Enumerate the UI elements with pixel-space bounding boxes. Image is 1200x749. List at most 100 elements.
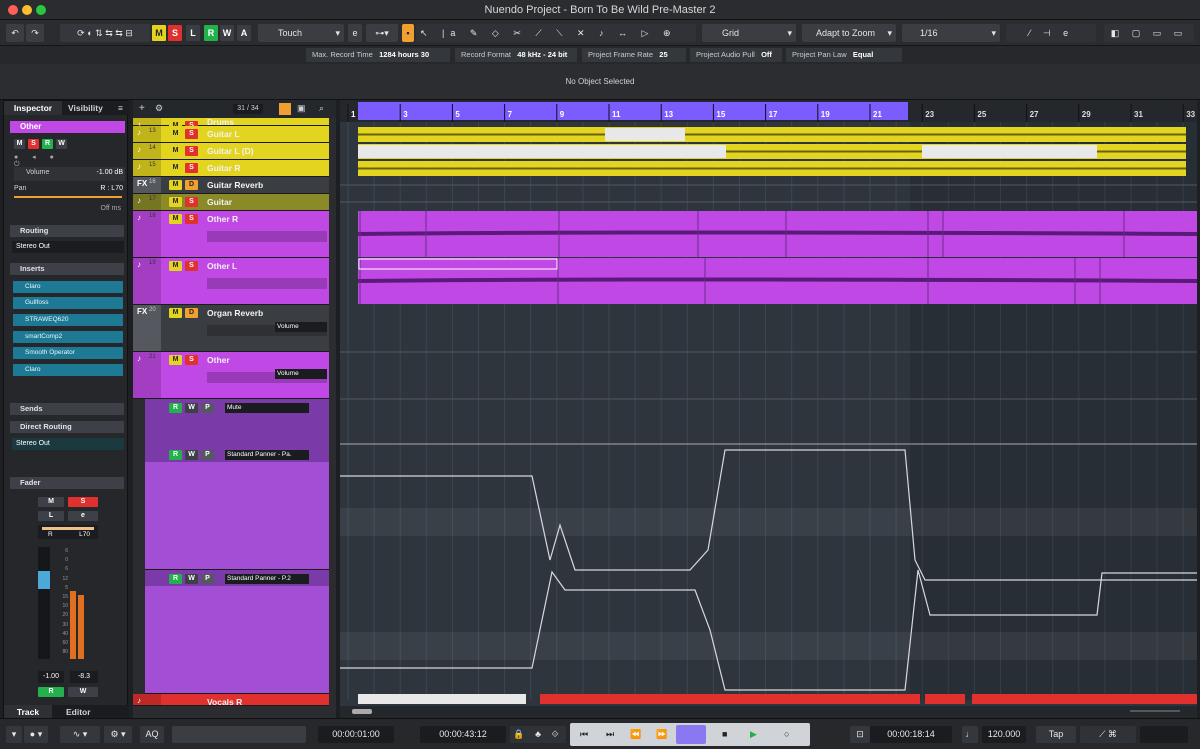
audio-event[interactable] <box>540 694 920 704</box>
track-mute-button[interactable]: M <box>169 355 182 365</box>
track-row[interactable]: ♪ Vocals R <box>133 694 329 707</box>
audio-event-muted[interactable] <box>922 145 1097 158</box>
fader-listen-button[interactable]: L <box>38 511 64 521</box>
automation-read-button[interactable]: R <box>169 574 182 584</box>
automation-punch-button[interactable]: P <box>201 450 214 460</box>
constrain-icon[interactable]: ⊶▾ <box>366 24 398 42</box>
track-name[interactable]: Guitar Reverb <box>207 180 263 190</box>
tab-track[interactable]: Track <box>4 705 52 719</box>
track-solo-button[interactable]: S <box>185 129 198 139</box>
track-mute-button[interactable]: M <box>169 197 182 207</box>
record-icon[interactable]: ○ <box>784 723 807 746</box>
insert-slot-5[interactable]: Smooth Operator <box>13 347 123 359</box>
delay-value[interactable]: Off ms <box>101 205 121 212</box>
track-name[interactable]: Guitar L <box>207 129 240 139</box>
fader-volume-value[interactable]: -1.00 <box>38 671 64 683</box>
write-automation-button[interactable]: W <box>56 139 67 149</box>
punch-icon[interactable]: ⊡ <box>850 726 870 743</box>
fader-write-button[interactable]: W <box>68 687 98 697</box>
fader-handle[interactable] <box>38 571 50 589</box>
tab-editor[interactable]: Editor <box>66 705 91 719</box>
automation-read-button[interactable]: R <box>169 403 182 413</box>
insert-slot-4[interactable]: smartComp2 <box>13 331 123 343</box>
volume-control[interactable]: Volume -1.00 dB <box>14 167 125 181</box>
audio-event[interactable] <box>972 694 1197 704</box>
track-name[interactable]: Organ Reverb <box>207 308 263 318</box>
secondary-time-display[interactable]: 00:00:18:14 <box>870 726 952 743</box>
window-layout-group[interactable]: ◧ ▢ ▭ ▭ ◨ <box>1104 24 1194 56</box>
automation-lane[interactable]: Mute R W P <box>145 399 329 446</box>
horizontal-scrollbar[interactable] <box>340 706 1197 718</box>
insert-slot-3[interactable]: STRAWEQ620 <box>13 314 123 326</box>
tempo-display[interactable]: 120.000 <box>982 726 1026 743</box>
sends-section[interactable]: Sends <box>10 403 124 415</box>
track-solo-button[interactable]: S <box>185 197 198 207</box>
automation-parameter-select[interactable]: Standard Panner - Pa. <box>225 450 309 460</box>
direct-routing-section[interactable]: Direct Routing <box>10 421 124 433</box>
layout-icon[interactable]: ▾ <box>6 726 22 743</box>
snap-type-select[interactable]: Grid ▾ <box>702 24 796 42</box>
track-solo-button[interactable]: S <box>185 261 198 271</box>
insert-slot-1[interactable]: Claro <box>13 281 123 293</box>
automation-write-button[interactable]: W <box>185 450 198 460</box>
rewind-to-start-icon[interactable]: ⏮ <box>580 723 606 746</box>
automation-mode-select[interactable]: Touch ▾ <box>258 24 344 42</box>
track-mute-button[interactable]: M <box>169 163 182 173</box>
audio-event-muted[interactable] <box>358 145 726 158</box>
inserts-section[interactable]: Inserts <box>10 263 124 275</box>
track-controls[interactable] <box>207 231 327 242</box>
track-row[interactable]: FX 20 M D Organ Reverb Volume <box>133 305 329 352</box>
track-mute-button[interactable]: M <box>169 129 182 139</box>
scrollbar-thumb[interactable] <box>352 709 372 714</box>
track-row[interactable]: ♪ 19 M S Other L <box>133 258 329 305</box>
auto-quantize-button[interactable]: AQ <box>140 726 164 743</box>
track-mute-button[interactable]: M <box>169 180 182 190</box>
track-row[interactable]: ♪ 17 M S Guitar <box>133 194 329 211</box>
track-row[interactable]: ♪ 13 M S Guitar L <box>133 126 329 143</box>
position-slider[interactable] <box>172 726 306 743</box>
read-automation-button[interactable]: R <box>42 139 53 149</box>
automation-lane[interactable]: Standard Panner - Pa. R W P <box>145 446 329 570</box>
tab-visibility[interactable]: Visibility <box>68 101 103 115</box>
quantize-tools-group[interactable]: ⁄ ⊣ e <box>1006 24 1096 42</box>
fader-section[interactable]: Fader <box>10 477 124 489</box>
quantize-select[interactable]: 1/16 ▾ <box>902 24 1000 42</box>
activate-button[interactable]: A <box>237 25 251 41</box>
track-row[interactable]: ♪ 15 M S Guitar R <box>133 160 329 177</box>
insert-slot-6[interactable]: Claro <box>13 364 123 376</box>
automation-write-button[interactable]: W <box>185 403 198 413</box>
track-mute-button[interactable]: M <box>169 308 182 318</box>
track-row[interactable]: ♪ 21 M S Other Volume <box>133 352 329 399</box>
fader-edit-button[interactable]: e <box>68 511 98 521</box>
solo-button[interactable]: S <box>28 139 39 149</box>
edit-icon[interactable]: e <box>348 24 362 42</box>
automation-punch-button[interactable]: P <box>201 403 214 413</box>
listen-button[interactable]: L <box>186 25 200 41</box>
track-solo-button[interactable]: S <box>185 355 198 365</box>
punch-tools-group[interactable]: ⟋ ⌘ <box>1080 726 1136 743</box>
metronome-icon[interactable]: ♩ <box>962 726 978 743</box>
add-track-icon[interactable]: + <box>139 103 145 114</box>
direct-routing-out[interactable]: Stereo Out <box>12 438 124 450</box>
track-disable-button[interactable]: D <box>185 308 198 318</box>
layout-icon[interactable]: ▣ <box>297 103 306 114</box>
play-icon[interactable]: ▶ <box>750 723 775 746</box>
track-name[interactable]: Other R <box>207 214 238 224</box>
visibility-icon[interactable] <box>279 103 291 115</box>
go-to-end-icon[interactable]: ⏭ <box>606 723 632 746</box>
inspector-track-name[interactable]: Other <box>10 121 125 133</box>
automation-lane[interactable]: Standard Panner - P.2 R W P <box>145 570 329 694</box>
fader-solo-button[interactable]: S <box>68 497 98 507</box>
cycle-icon[interactable] <box>676 725 706 744</box>
insert-slot-2[interactable]: Gullfoss <box>13 297 123 309</box>
stop-icon[interactable]: ■ <box>722 723 745 746</box>
track-name[interactable]: Guitar L (D) <box>207 146 254 156</box>
undo-icon[interactable]: ↶ <box>6 24 24 42</box>
track-mute-button[interactable]: M <box>169 214 182 224</box>
audio-event-muted[interactable] <box>358 694 526 704</box>
redo-icon[interactable]: ↷ <box>26 24 44 42</box>
track-name[interactable]: Other L <box>207 261 237 271</box>
output-routing-select[interactable]: Stereo Out <box>12 241 124 253</box>
track-mute-button[interactable]: M <box>169 146 182 156</box>
edit-tools-group[interactable]: ↖ |a ✎ ◇ ✂ ⟋ ⟍ ✕ ♪ ↔ ▷ ⊕ ◔ ▾ ⟜ <box>416 24 696 56</box>
